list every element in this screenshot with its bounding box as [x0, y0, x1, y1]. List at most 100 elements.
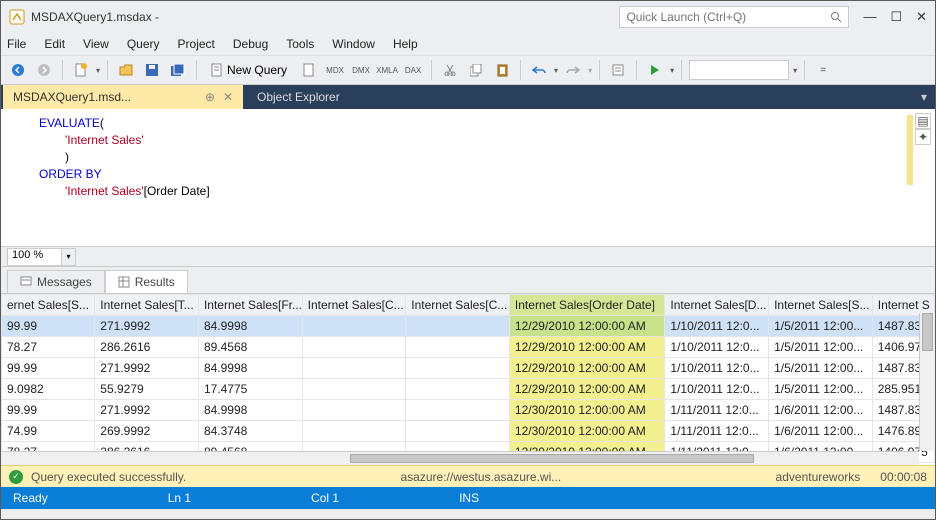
- object-explorer-tab[interactable]: Object Explorer: [243, 90, 354, 104]
- cell[interactable]: 271.9992: [95, 316, 199, 337]
- cell[interactable]: [302, 421, 406, 442]
- menu-query[interactable]: Query: [127, 37, 160, 51]
- menu-debug[interactable]: Debug: [233, 37, 268, 51]
- cell[interactable]: 271.9992: [95, 358, 199, 379]
- execute-button[interactable]: [644, 59, 666, 81]
- cell[interactable]: 84.9998: [198, 316, 302, 337]
- database-selector[interactable]: [689, 60, 789, 80]
- table-header[interactable]: ernet Sales[S... Internet Sales[T... Int…: [2, 295, 935, 316]
- table-row[interactable]: 99.99271.999284.9998 12/29/2010 12:00:00 …: [2, 316, 935, 337]
- cell[interactable]: 74.99: [2, 421, 95, 442]
- cell[interactable]: 1/10/2011 12:0...: [665, 379, 769, 400]
- cell[interactable]: 1/6/2011 12:00...: [769, 400, 873, 421]
- cell[interactable]: 78.27: [2, 337, 95, 358]
- vertical-scrollbar[interactable]: [919, 313, 935, 451]
- table-row[interactable]: 99.99271.999284.9998 12/30/2010 12:00:00 …: [2, 400, 935, 421]
- nav-back-button[interactable]: [7, 59, 29, 81]
- cell[interactable]: 1/5/2011 12:00...: [769, 316, 873, 337]
- table-row[interactable]: 9.098255.927917.477512/29/2010 12:00:00 …: [2, 379, 935, 400]
- cell[interactable]: 1/10/2011 12:0...: [665, 358, 769, 379]
- minimize-button[interactable]: —: [863, 9, 876, 25]
- cell[interactable]: [406, 400, 510, 421]
- cell[interactable]: 12/29/2010 12:00:00 AM: [509, 358, 665, 379]
- cell[interactable]: [406, 379, 510, 400]
- close-tab-icon[interactable]: ✕: [223, 90, 233, 104]
- menu-view[interactable]: View: [83, 37, 109, 51]
- maximize-button[interactable]: ☐: [890, 9, 902, 25]
- results-grid[interactable]: ernet Sales[S... Internet Sales[T... Int…: [1, 293, 935, 465]
- cell[interactable]: 89.4568: [198, 337, 302, 358]
- engine-mdx-button[interactable]: MDX: [324, 59, 346, 81]
- close-button[interactable]: ✕: [916, 9, 927, 25]
- cell[interactable]: 1/5/2011 12:00...: [769, 358, 873, 379]
- quick-launch-input[interactable]: Quick Launch (Ctrl+Q): [619, 6, 849, 28]
- zoom-dropdown[interactable]: ▾: [62, 248, 76, 266]
- tab-results[interactable]: Results: [105, 270, 188, 293]
- cell[interactable]: [406, 316, 510, 337]
- save-button[interactable]: [141, 59, 163, 81]
- cell[interactable]: 9.0982: [2, 379, 95, 400]
- properties-button[interactable]: [607, 59, 629, 81]
- menu-help[interactable]: Help: [393, 37, 418, 51]
- undo-button[interactable]: [528, 59, 550, 81]
- cell[interactable]: 84.3748: [198, 421, 302, 442]
- table-row[interactable]: 99.99271.999284.9998 12/29/2010 12:00:00 …: [2, 358, 935, 379]
- cell[interactable]: 17.4775: [198, 379, 302, 400]
- tab-messages[interactable]: Messages: [7, 270, 105, 293]
- menu-project[interactable]: Project: [178, 37, 215, 51]
- new-file-button[interactable]: [70, 59, 92, 81]
- cell[interactable]: 1/11/2011 12:0...: [665, 400, 769, 421]
- open-button[interactable]: [115, 59, 137, 81]
- cell[interactable]: [302, 400, 406, 421]
- document-tab-active[interactable]: MSDAXQuery1.msd... ⊕ ✕: [3, 85, 243, 109]
- paste-button[interactable]: [491, 59, 513, 81]
- cell[interactable]: [302, 337, 406, 358]
- cell[interactable]: 1/6/2011 12:00...: [769, 421, 873, 442]
- nav-forward-button[interactable]: [33, 59, 55, 81]
- cell[interactable]: 1/10/2011 12:0...: [665, 337, 769, 358]
- cell[interactable]: 12/30/2010 12:00:00 AM: [509, 421, 665, 442]
- engine-button-1[interactable]: [298, 59, 320, 81]
- cell[interactable]: 1/5/2011 12:00...: [769, 337, 873, 358]
- cell[interactable]: 1/5/2011 12:00...: [769, 379, 873, 400]
- cell[interactable]: 271.9992: [95, 400, 199, 421]
- engine-dax-button[interactable]: DAX: [402, 59, 424, 81]
- horizontal-scrollbar[interactable]: [1, 451, 919, 465]
- cell[interactable]: [406, 337, 510, 358]
- cell[interactable]: [302, 316, 406, 337]
- engine-xmla-button[interactable]: XMLA: [376, 59, 398, 81]
- cell[interactable]: 84.9998: [198, 358, 302, 379]
- cell[interactable]: [302, 379, 406, 400]
- cell[interactable]: 99.99: [2, 316, 95, 337]
- engine-dmx-button[interactable]: DMX: [350, 59, 372, 81]
- cell[interactable]: 99.99: [2, 358, 95, 379]
- expand-icon[interactable]: ✦: [915, 129, 931, 145]
- menu-window[interactable]: Window: [332, 37, 375, 51]
- table-row[interactable]: 78.27286.261689.4568 12/29/2010 12:00:00 …: [2, 337, 935, 358]
- cell[interactable]: 286.2616: [95, 337, 199, 358]
- menu-file[interactable]: File: [7, 37, 26, 51]
- cell[interactable]: 1/10/2011 12:0...: [665, 316, 769, 337]
- code-editor[interactable]: ▤ ✦ EVALUATE( 'Internet Sales' ) ORDER B…: [1, 109, 935, 247]
- cell[interactable]: 55.9279: [95, 379, 199, 400]
- cell[interactable]: 269.9992: [95, 421, 199, 442]
- copy-button[interactable]: [465, 59, 487, 81]
- redo-button[interactable]: [562, 59, 584, 81]
- menu-tools[interactable]: Tools: [286, 37, 314, 51]
- cell[interactable]: 84.9998: [198, 400, 302, 421]
- pin-icon[interactable]: ⊕: [205, 90, 215, 104]
- cell[interactable]: 12/30/2010 12:00:00 AM: [509, 400, 665, 421]
- new-query-button[interactable]: New Query: [204, 59, 294, 81]
- overflow-button[interactable]: =: [812, 59, 834, 81]
- cell[interactable]: 99.99: [2, 400, 95, 421]
- cell[interactable]: 12/29/2010 12:00:00 AM: [509, 316, 665, 337]
- tab-dropdown-icon[interactable]: ▾: [921, 90, 933, 104]
- split-icon[interactable]: ▤: [915, 113, 931, 129]
- cell[interactable]: 12/29/2010 12:00:00 AM: [509, 337, 665, 358]
- zoom-input[interactable]: 100 %: [7, 248, 62, 266]
- menu-edit[interactable]: Edit: [44, 37, 65, 51]
- cell[interactable]: [406, 358, 510, 379]
- cell[interactable]: [406, 421, 510, 442]
- table-row[interactable]: 74.99269.999284.3748 12/30/2010 12:00:00 …: [2, 421, 935, 442]
- save-all-button[interactable]: [167, 59, 189, 81]
